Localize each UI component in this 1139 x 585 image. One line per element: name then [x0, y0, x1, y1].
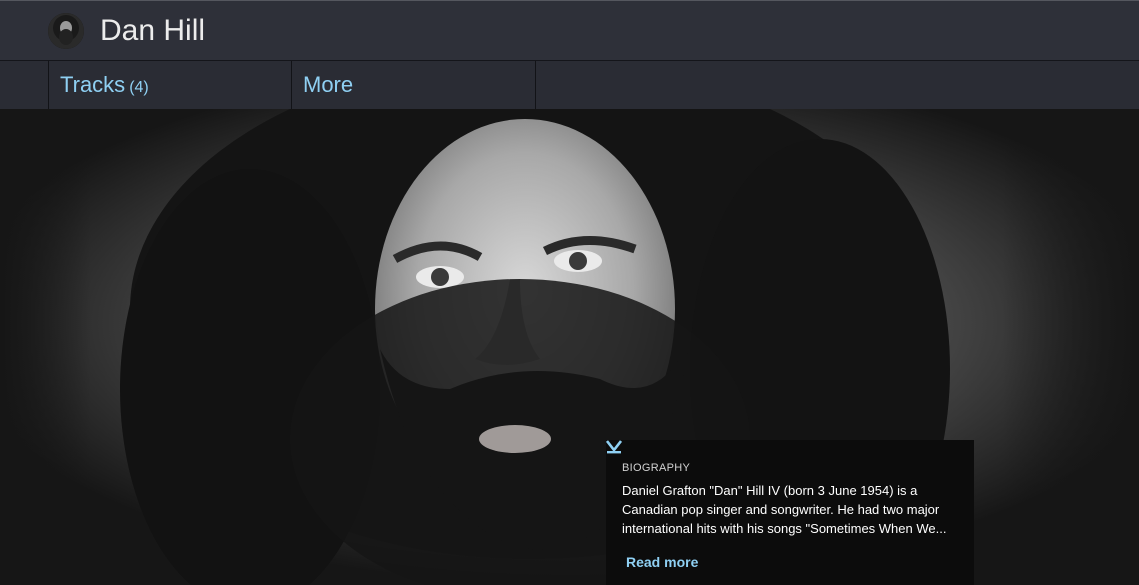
tab-tracks-count: (4) [129, 79, 149, 96]
read-more-label: Read more [626, 554, 699, 570]
app-header: Dan Hill [0, 0, 1139, 60]
avatar-image [48, 13, 84, 49]
artist-nav-tabs: Tracks (4) More [0, 60, 1139, 109]
tab-more[interactable]: More [291, 61, 536, 109]
read-more-link[interactable]: Read more [606, 440, 958, 570]
artist-avatar [48, 13, 84, 49]
biography-text: Daniel Grafton "Dan" Hill IV (born 3 Jun… [622, 483, 947, 536]
tab-tracks-label: Tracks [60, 72, 126, 97]
tab-tracks[interactable]: Tracks (4) [48, 61, 292, 109]
artist-name: Dan Hill [100, 14, 206, 47]
biography-heading: BIOGRAPHY [622, 462, 691, 474]
biography-panel: BIOGRAPHY Daniel Grafton "Dan" Hill IV (… [606, 440, 974, 585]
artist-hero-image: BIOGRAPHY Daniel Grafton "Dan" Hill IV (… [0, 109, 1139, 585]
tab-more-label: More [303, 72, 354, 97]
